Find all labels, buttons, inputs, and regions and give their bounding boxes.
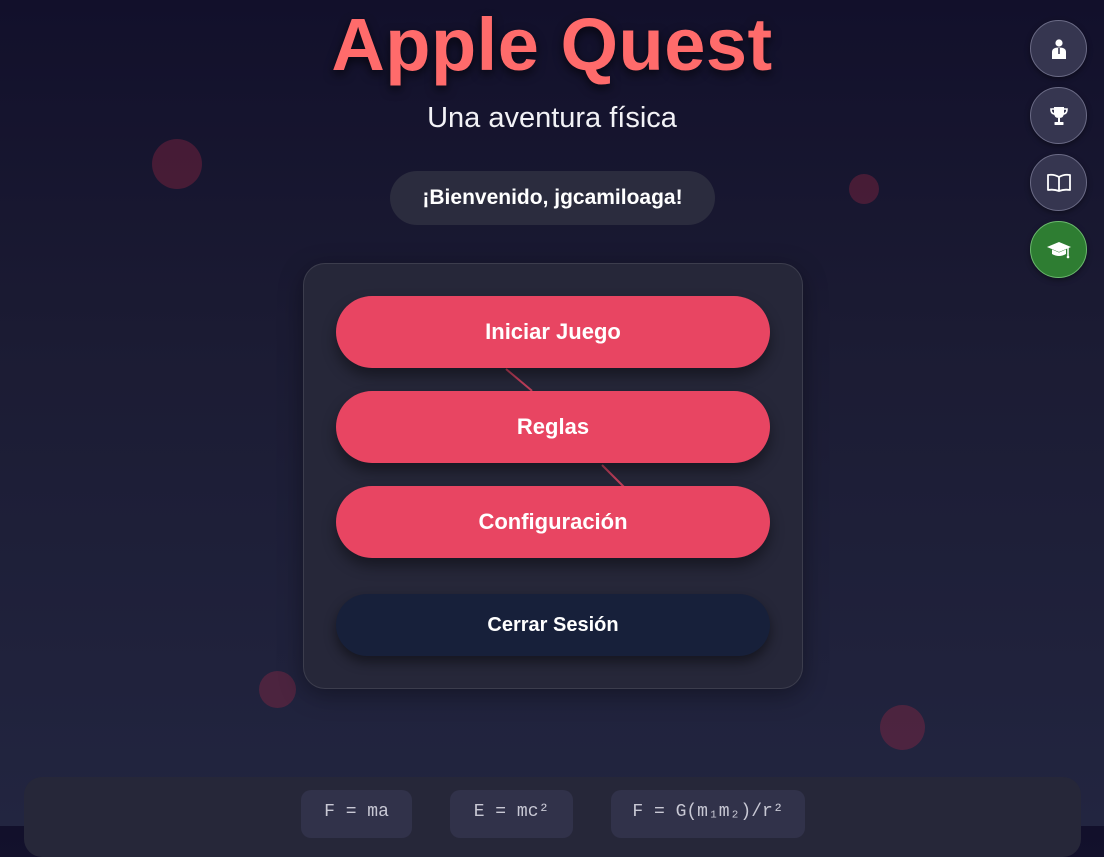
- profile-icon: [1051, 38, 1066, 59]
- background-bubble: [259, 671, 296, 708]
- learning-book-button[interactable]: [1030, 154, 1087, 211]
- background-bubble: [880, 705, 925, 750]
- graduation-cap-icon: [1046, 241, 1071, 258]
- formula-chip: F = G(m₁m₂)/r²: [611, 790, 805, 838]
- background-bubble: [849, 174, 879, 204]
- rules-button[interactable]: Reglas: [336, 391, 770, 463]
- education-mode-button[interactable]: [1030, 221, 1087, 278]
- book-icon: [1046, 173, 1071, 192]
- background-bubble: [152, 139, 202, 189]
- formula-chip: F = ma: [301, 790, 412, 838]
- leaderboard-button[interactable]: [1030, 87, 1087, 144]
- trophy-icon: [1049, 106, 1068, 125]
- logout-button[interactable]: Cerrar Sesión: [336, 594, 770, 656]
- page-subtitle: Una aventura física: [427, 102, 677, 134]
- start-game-button[interactable]: Iniciar Juego: [336, 296, 770, 368]
- page-title: Apple Quest: [331, 3, 773, 86]
- welcome-badge: ¡Bienvenido, jgcamiloaga!: [390, 171, 715, 225]
- settings-button[interactable]: Configuración: [336, 486, 770, 558]
- formula-chip: E = mc²: [450, 790, 573, 838]
- profile-button[interactable]: [1030, 20, 1087, 77]
